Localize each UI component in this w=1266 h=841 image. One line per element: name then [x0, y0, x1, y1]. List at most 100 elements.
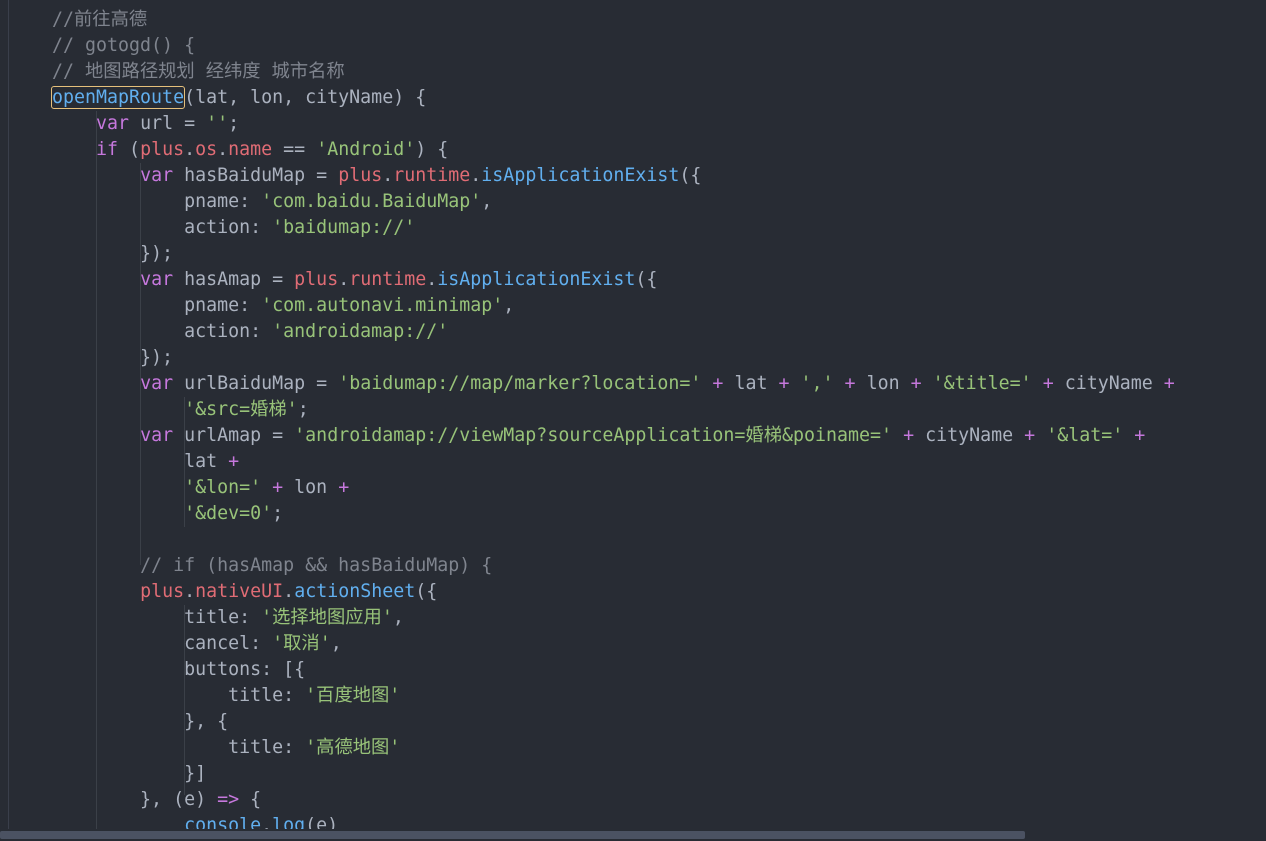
- code-token: +: [1013, 425, 1047, 446]
- code-token: var: [140, 373, 174, 394]
- code-token: ;: [297, 399, 309, 420]
- code-token: title:: [52, 685, 306, 706]
- code-token: cityName: [925, 425, 1014, 446]
- code-token: title:: [52, 737, 306, 758]
- code-token: .: [426, 269, 438, 290]
- code-token: .: [470, 165, 482, 186]
- code-line[interactable]: title: '选择地图应用',: [52, 605, 404, 631]
- code-token: action:: [52, 321, 273, 342]
- code-line[interactable]: action: 'androidamap://': [52, 319, 448, 345]
- code-line[interactable]: }]: [52, 761, 206, 787]
- code-token: .: [217, 139, 229, 160]
- code-token: +: [1031, 373, 1065, 394]
- code-line[interactable]: var hasAmap = plus.runtime.isApplication…: [52, 267, 657, 293]
- code-line[interactable]: title: '百度地图': [52, 683, 400, 709]
- code-line[interactable]: var url = '';: [52, 111, 239, 137]
- code-line[interactable]: title: '高德地图': [52, 735, 400, 761]
- code-line[interactable]: plus.nativeUI.actionSheet({: [52, 579, 437, 605]
- code-line[interactable]: '&lon=' + lon +: [52, 475, 349, 501]
- code-token: os: [195, 139, 218, 160]
- code-token: cityName: [1064, 373, 1153, 394]
- code-token: // 地图路径规划 经纬度 城市名称: [52, 61, 345, 82]
- code-token: .: [184, 581, 196, 602]
- code-line[interactable]: lat +: [52, 449, 239, 475]
- code-token: '高德地图': [305, 737, 401, 758]
- code-token: plus: [294, 269, 339, 290]
- code-token: openMapRoute: [50, 86, 186, 109]
- code-line[interactable]: '&src=婚梯';: [52, 397, 309, 423]
- code-token: '': [206, 113, 229, 134]
- code-token: });: [52, 347, 174, 368]
- code-token: });: [52, 243, 174, 264]
- code-token: action:: [52, 217, 273, 238]
- code-line[interactable]: // 地图路径规划 经纬度 城市名称: [52, 59, 345, 85]
- code-line[interactable]: '&dev=0';: [52, 501, 283, 527]
- code-token: pname:: [52, 295, 262, 316]
- code-token: }]: [52, 763, 207, 784]
- code-line[interactable]: buttons: [{: [52, 657, 305, 683]
- code-token: // gotogd() {: [52, 35, 196, 56]
- code-line[interactable]: // if (hasAmap && hasBaiduMap) {: [52, 553, 492, 579]
- code-token: hasBaiduMap =: [173, 165, 339, 186]
- code-token: +: [261, 477, 295, 498]
- code-token: '&dev=0': [184, 503, 273, 524]
- code-line[interactable]: });: [52, 345, 173, 371]
- code-token: (lat, lon, cityName) {: [184, 87, 427, 108]
- code-token: =>: [217, 789, 240, 810]
- code-token: var: [140, 269, 174, 290]
- code-token: '&lon=': [184, 477, 262, 498]
- code-token: '&title=': [932, 373, 1032, 394]
- code-token: lon: [294, 477, 328, 498]
- code-token: 'com.autonavi.minimap': [261, 295, 504, 316]
- code-token: +: [217, 451, 240, 472]
- code-token: 'baidumap://': [272, 217, 416, 238]
- code-line[interactable]: pname: 'com.autonavi.minimap',: [52, 293, 514, 319]
- code-token: isApplicationExist: [481, 165, 680, 186]
- code-token: 'androidamap://viewMap?sourceApplication…: [294, 425, 893, 446]
- code-editor[interactable]: //前往高德 // gotogd() { // 地图路径规划 经纬度 城市名称 ope…: [0, 0, 1266, 841]
- code-token: .: [283, 581, 295, 602]
- code-line[interactable]: if (plus.os.name == 'Android') {: [52, 137, 448, 163]
- code-token: // if (hasAmap && hasBaiduMap) {: [140, 555, 493, 576]
- code-token: '&src=婚梯': [184, 399, 298, 420]
- code-line[interactable]: var urlAmap = 'androidamap://viewMap?sou…: [52, 423, 1145, 449]
- code-line[interactable]: }, {: [52, 709, 228, 735]
- code-token: ({: [679, 165, 702, 186]
- code-line[interactable]: openMapRoute(lat, lon, cityName) {: [50, 85, 427, 111]
- code-token: '取消': [272, 633, 331, 654]
- code-token: var: [140, 425, 174, 446]
- code-token: ,: [330, 633, 342, 654]
- code-token: 'com.baidu.BaiduMap': [261, 191, 482, 212]
- code-token: nativeUI: [195, 581, 284, 602]
- code-token: .: [338, 269, 350, 290]
- code-line[interactable]: action: 'baidumap://': [52, 215, 415, 241]
- code-line[interactable]: }, (e) => {: [52, 787, 261, 813]
- horizontal-scrollbar-thumb[interactable]: [0, 831, 1025, 839]
- code-token: ) {: [415, 139, 449, 160]
- code-line[interactable]: // gotogd() {: [52, 33, 195, 59]
- code-token: name: [228, 139, 273, 160]
- code-line[interactable]: var hasBaiduMap = plus.runtime.isApplica…: [52, 163, 701, 189]
- code-token: lat: [734, 373, 768, 394]
- code-token: ,: [481, 191, 493, 212]
- code-line[interactable]: var urlBaiduMap = 'baidumap://map/marker…: [52, 371, 1175, 397]
- code-token: +: [899, 373, 933, 394]
- code-line[interactable]: cancel: '取消',: [52, 631, 342, 657]
- code-token: ==: [272, 139, 317, 160]
- code-line[interactable]: pname: 'com.baidu.BaiduMap',: [52, 189, 492, 215]
- code-token: //前往高德: [52, 9, 148, 30]
- code-line[interactable]: //前往高德: [52, 7, 147, 33]
- code-token: title:: [52, 607, 262, 628]
- code-token: urlAmap =: [173, 425, 295, 446]
- code-token: urlBaiduMap =: [173, 373, 339, 394]
- code-token: runtime: [393, 165, 471, 186]
- code-token: 'baidumap://map/marker?location=': [338, 373, 702, 394]
- code-line[interactable]: });: [52, 241, 173, 267]
